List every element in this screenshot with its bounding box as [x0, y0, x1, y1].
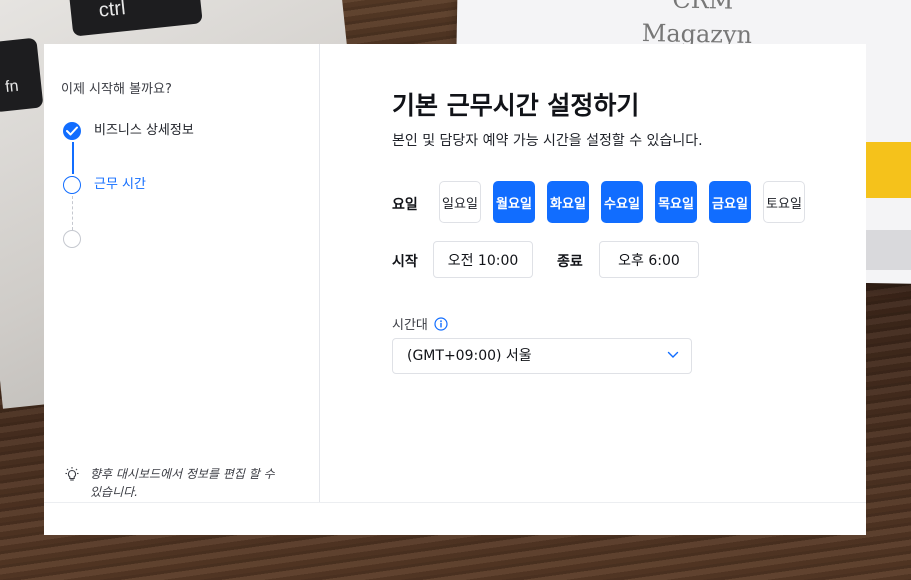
timezone-value: (GMT+09:00) 서울 — [407, 348, 532, 364]
step-current-indicator — [63, 176, 81, 194]
step-todo-indicator — [63, 230, 81, 248]
page-title: 기본 근무시간 설정하기 — [392, 91, 640, 120]
day-toggle-monday[interactable]: 월요일 — [493, 181, 535, 223]
lightbulb-icon — [65, 467, 79, 481]
check-icon — [66, 126, 78, 136]
sidebar-title: 이제 시작해 볼까요? — [61, 82, 172, 97]
day-toggle-friday[interactable]: 금요일 — [709, 181, 751, 223]
chevron-down-icon — [667, 351, 679, 358]
day-toggle-wednesday[interactable]: 수요일 — [601, 181, 643, 223]
end-label: 종료 — [557, 254, 583, 270]
timezone-label-text: 시간대 — [392, 318, 428, 333]
step-done-indicator — [63, 122, 81, 140]
gray-object — [866, 230, 911, 270]
page-subtitle: 본인 및 담당자 예약 가능 시간을 설정할 수 있습니다. — [392, 133, 703, 149]
step-connector-completed — [72, 142, 74, 174]
timezone-dropdown[interactable]: (GMT+09:00) 서울 — [392, 338, 692, 374]
onboarding-modal: 이제 시작해 볼까요? 비즈니스 상세정보 근무 시간 향후 대시보드에서 정보… — [44, 44, 866, 535]
modal-footer-divider — [44, 502, 866, 503]
day-toggle-thursday[interactable]: 목요일 — [655, 181, 697, 223]
edit-later-hint: 향후 대시보드에서 정보를 편집 할 수 있습니다. — [63, 465, 280, 501]
info-icon[interactable] — [434, 316, 448, 331]
day-toggle-sunday[interactable]: 일요일 — [439, 181, 481, 223]
days-label: 요일 — [392, 197, 418, 213]
onboarding-sidebar: 이제 시작해 볼까요? 비즈니스 상세정보 근무 시간 향후 대시보드에서 정보… — [44, 44, 320, 502]
timezone-label: 시간대 — [392, 314, 448, 333]
paper-text-crm: CRM — [672, 0, 734, 15]
start-time-picker[interactable]: 오전 10:00 — [433, 241, 533, 278]
keyboard-key-fn: fn — [0, 37, 44, 113]
start-label: 시작 — [392, 254, 418, 270]
day-toggle-tuesday[interactable]: 화요일 — [547, 181, 589, 223]
step-label: 비즈니스 상세정보 — [94, 123, 194, 138]
hint-text: 향후 대시보드에서 정보를 편집 할 수 있습니다. — [90, 467, 275, 499]
day-toggle-saturday[interactable]: 토요일 — [763, 181, 805, 223]
step-connector-pending — [72, 196, 73, 230]
step-label: 근무 시간 — [94, 177, 146, 192]
yellow-note — [866, 142, 911, 198]
end-time-picker[interactable]: 오후 6:00 — [599, 241, 699, 278]
